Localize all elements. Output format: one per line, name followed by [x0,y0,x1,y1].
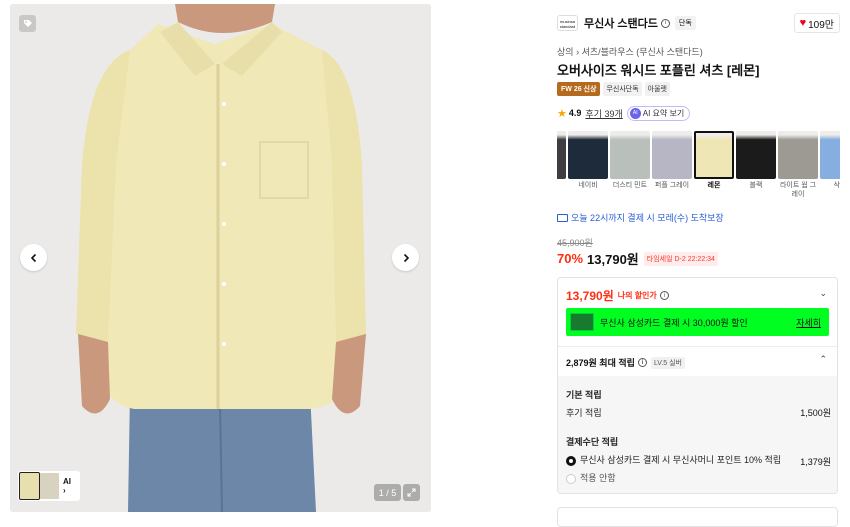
exclusive-tag: 무신사단독 [603,82,642,96]
sale-price: 13,790원 [587,252,639,267]
payment-option-none[interactable]: 적용 안함 [566,471,616,484]
original-price: 45,900원 [557,238,593,248]
exclusive-badge: 단독 [674,16,696,30]
new-season-badge: FW 26 신상 [557,82,601,96]
discount-rate: 70% [557,251,584,266]
card-detail-link[interactable]: 자세히 [796,316,821,329]
truck-icon [557,213,568,222]
next-section-box [557,507,838,527]
delivery-info: 오늘 22시까지 결제 시 모레(수) 도착보장 [557,211,724,224]
color-option[interactable]: 블랙 [736,131,776,190]
like-button[interactable]: ♥ 109만 [793,13,840,33]
brand-row: musinsa standard 무신사 스탠다드 i 단독 ♥ 109만 [557,13,840,33]
divider [558,346,837,347]
points-detail: 기본 적립 후기 적립 1,500원 결제수단 적립 무신사 삼성카드 결제 시… [558,376,837,493]
star-icon: ★ [557,107,567,120]
color-label: 네이비 [578,182,598,189]
color-option[interactable]: 네이비 [568,131,608,190]
card-discount-banner[interactable]: 무신사 삼성카드 결제 시 30,000원 할인 자세히 [566,308,829,336]
my-price: 13,790원 [566,289,614,303]
basic-points-title: 기본 적립 [566,390,602,400]
review-points-label: 후기 적립 [566,408,602,418]
color-option[interactable]: 라이트 웜 그레이 [778,131,818,199]
color-options: 지 네이비 더스티 민트 퍼플 그레이 레몬 블랙 라이트 웜 그레이 삭스 [557,131,840,201]
ai-summary-label: AI 요약 보기 [642,108,685,118]
no-apply-label: 적용 안함 [580,473,616,483]
product-image-gallery[interactable]: AI › 1 / 5 [10,4,431,512]
image-thumbnail[interactable] [19,472,40,500]
color-swatch[interactable] [557,131,566,179]
payment-points-title: 결제수단 적립 [566,437,619,447]
color-label: 더스티 민트 [612,182,648,189]
my-price-row[interactable]: 13,790원 나의 할인가 i [566,287,669,304]
info-icon[interactable]: i [637,358,647,367]
color-label: 레몬 [707,182,721,189]
product-badges: FW 26 신상 무신사단독 아울렛 [557,82,670,96]
thumbnail-ai-label: AI › [63,477,71,495]
delivery-text: 오늘 22시까지 결제 시 모레(수) 도착보장 [571,213,724,223]
radio-unselected-icon[interactable] [566,473,576,484]
info-icon[interactable]: i [660,18,670,28]
breadcrumb: 상의 › 셔츠/블라우스 (무신사 스탠다드) [557,45,703,58]
color-option[interactable]: 더스티 민트 [610,131,650,190]
price-row: 70% 13,790원 타임세일 D-2 22:22:34 [557,249,718,268]
image-thumbnail[interactable] [40,473,59,499]
heart-icon: ♥ [799,17,807,29]
my-price-label: 나의 할인가 [617,291,657,300]
color-swatch[interactable] [694,131,734,179]
card-image [570,313,594,331]
product-title: 오버사이즈 워시드 포플린 셔츠 [레몬] [557,63,760,78]
color-option[interactable]: 퍼플 그레이 [652,131,692,190]
color-swatch[interactable] [652,131,692,179]
radio-selected-icon[interactable] [566,455,576,466]
ai-icon: AI [629,107,641,119]
chevron-up-icon[interactable]: ⌃ [819,354,827,365]
breadcrumb-item[interactable]: 상의 [557,47,574,57]
image-thumbnail-strip[interactable]: AI › [18,471,80,501]
points-header[interactable]: 2,879원 최대 적립 i LV.5 실버 [566,356,686,369]
color-option[interactable]: 삭스 [820,131,840,190]
payment-option-samsung[interactable]: 무신사 삼성카드 결제 시 무신사머니 포인트 10% 적립 [566,453,781,466]
chevron-down-icon[interactable]: ⌄ [819,288,827,299]
brand-logo[interactable]: musinsa standard [557,15,578,31]
color-swatch[interactable] [778,131,818,179]
expand-icon[interactable] [403,484,420,501]
payment-points-value: 1,379원 [800,457,831,467]
color-option[interactable]: 지 [557,131,566,190]
next-image-button[interactable] [392,244,419,271]
card-discount-text: 무신사 삼성카드 결제 시 30,000원 할인 [600,317,748,328]
product-photo [10,4,431,512]
benefits-box: 13,790원 나의 할인가 i ⌄ 무신사 삼성카드 결제 시 30,000원… [557,277,838,494]
color-label: 삭스 [833,182,840,189]
color-swatch[interactable] [610,131,650,179]
info-icon[interactable]: i [659,291,669,300]
rating-row: ★ 4.9 후기 39개 AI AI 요약 보기 [557,105,691,121]
points-title: 2,879원 최대 적립 [566,358,635,368]
color-swatch[interactable] [820,131,840,179]
color-label: 퍼플 그레이 [654,182,690,189]
image-counter: 1 / 5 [374,484,401,501]
member-level-badge: LV.5 실버 [650,356,686,369]
color-swatch[interactable] [568,131,608,179]
color-label: 라이트 웜 그레이 [779,182,817,198]
chevron-right-icon [403,253,409,262]
color-swatch[interactable] [736,131,776,179]
previous-image-button[interactable] [20,244,47,271]
color-option[interactable]: 레몬 [694,131,734,190]
outlet-tag: 아울렛 [644,82,670,96]
color-label: 지 [557,181,566,190]
rating-score: 4.9 [568,108,582,118]
payment-option-label: 무신사 삼성카드 결제 시 무신사머니 포인트 10% 적립 [580,455,782,465]
product-info-panel: musinsa standard 무신사 스탠다드 i 단독 ♥ 109만 상의… [557,0,840,527]
review-points-value: 1,500원 [800,408,831,418]
chevron-left-icon [30,253,36,262]
color-label: 블랙 [749,182,763,189]
review-count-link[interactable]: 후기 39개 [585,107,622,120]
timesale-badge: 타임세일 D-2 22:22:34 [643,251,718,266]
brand-name[interactable]: 무신사 스탠다드 [584,15,658,31]
breadcrumb-item[interactable]: 셔츠/블라우스 (무신사 스탠다드) [582,47,703,57]
tag-icon[interactable] [19,15,36,32]
like-count: 109만 [808,19,834,31]
ai-summary-button[interactable]: AI AI 요약 보기 [626,105,691,121]
